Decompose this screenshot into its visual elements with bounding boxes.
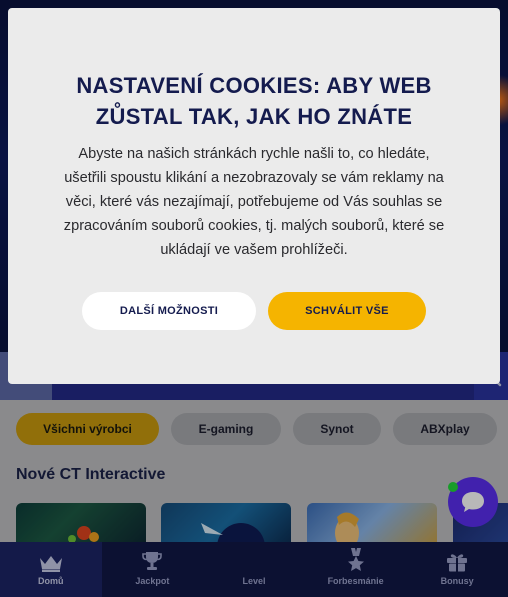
cookie-title-line-1: NASTAVENÍ COOKIES: ABY WEB (76, 73, 432, 98)
cookie-title-line-2: ZŮSTAL TAK, JAK HO ZNÁTE (95, 104, 413, 129)
cookie-dialog-title: NASTAVENÍ COOKIES: ABY WEB ZŮSTAL TAK, J… (28, 70, 480, 132)
cookie-dialog-text: Abyste na našich stránkách rychle našli … (26, 142, 482, 262)
cookie-text-line: ukládají ve vašem prohlížeči. (160, 242, 348, 258)
cookie-consent-dialog: NASTAVENÍ COOKIES: ABY WEB ZŮSTAL TAK, J… (8, 8, 500, 384)
more-options-button[interactable]: DALŠÍ MOŽNOSTI (82, 292, 256, 330)
cookie-text-line: zpracováním souborů cookies, tj. malých … (63, 218, 445, 234)
cookie-text-line: Abyste na našich stránkách rychle našli … (78, 146, 430, 162)
cookie-text-line: věci, které vás nezajímají, potřebujeme … (65, 194, 443, 210)
accept-all-button[interactable]: SCHVÁLIT VŠE (268, 292, 426, 330)
cookie-text-line: ušetřili spoustu klikání a nezobrazovaly… (64, 170, 444, 186)
